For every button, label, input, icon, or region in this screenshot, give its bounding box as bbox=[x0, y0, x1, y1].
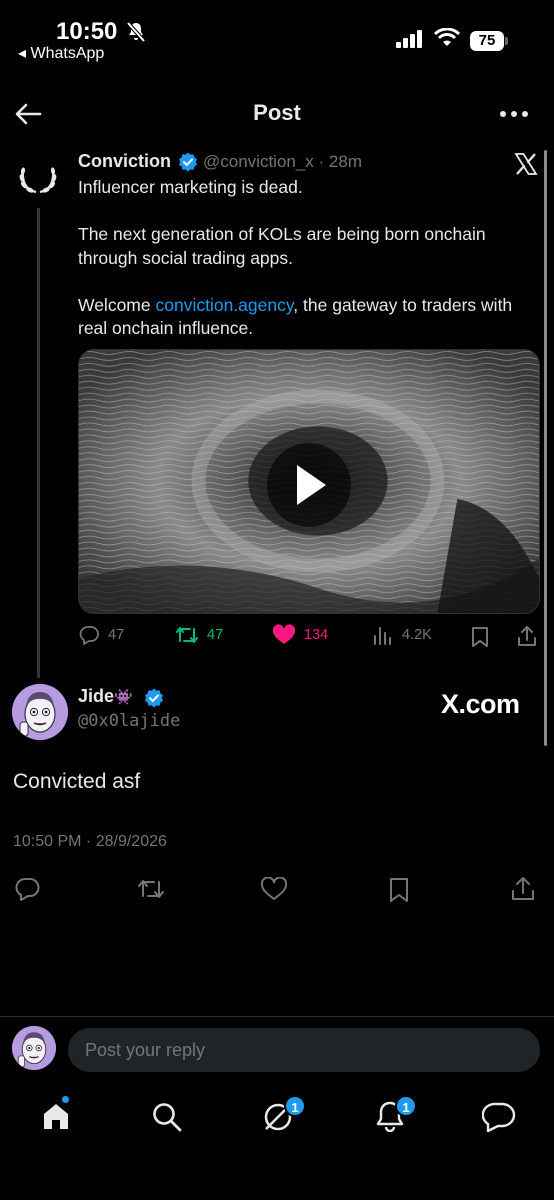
share-icon[interactable] bbox=[510, 876, 536, 902]
post-body: Convicted asf bbox=[13, 770, 141, 793]
bookmark-icon[interactable] bbox=[387, 877, 411, 903]
home-icon[interactable] bbox=[40, 1100, 72, 1132]
text-segment: Welcome bbox=[78, 294, 156, 315]
post-text-line: Welcome conviction.agency, the gateway t… bbox=[78, 294, 538, 341]
x-logo-icon bbox=[514, 153, 538, 175]
author-handle-time: @conviction_x · 28m bbox=[203, 152, 362, 171]
scrollbar[interactable] bbox=[544, 150, 547, 746]
status-time: 10:50 bbox=[56, 18, 118, 45]
jide-avatar[interactable] bbox=[12, 684, 68, 740]
play-video-icon[interactable] bbox=[264, 440, 354, 530]
like-count: 134 bbox=[304, 627, 329, 643]
page-title: Post bbox=[253, 100, 301, 125]
cellular-signal-icon bbox=[396, 30, 422, 48]
battery-nub bbox=[505, 37, 508, 45]
author-name-text: Jide bbox=[78, 686, 115, 706]
post-timestamp: 10:50 PM · 28/9/2026 bbox=[13, 833, 167, 850]
verified-badge-icon bbox=[145, 688, 163, 708]
bookmark-icon[interactable] bbox=[470, 626, 490, 648]
bell-muted-icon bbox=[126, 21, 146, 43]
space-invader-emoji: 👾 bbox=[114, 689, 133, 706]
search-icon[interactable] bbox=[151, 1101, 183, 1133]
back-to-app-link[interactable]: ◂ WhatsApp bbox=[18, 43, 104, 63]
home-notification-dot bbox=[60, 1094, 71, 1105]
thread-line bbox=[37, 208, 40, 678]
conviction-avatar[interactable] bbox=[12, 152, 64, 204]
wifi-icon bbox=[434, 28, 460, 46]
xcom-watermark: X.com bbox=[441, 689, 520, 719]
repost-icon[interactable] bbox=[137, 877, 165, 901]
repost-action[interactable]: 47 bbox=[175, 624, 223, 646]
reply-icon[interactable] bbox=[15, 876, 41, 902]
divider bbox=[0, 1016, 554, 1017]
battery-indicator: 75 bbox=[470, 31, 504, 51]
views-chart-icon bbox=[374, 627, 391, 645]
post-text-line: Influencer marketing is dead. bbox=[78, 177, 303, 197]
my-avatar[interactable] bbox=[12, 1026, 56, 1070]
post-text: Influencer marketing is dead. The next g… bbox=[78, 176, 538, 364]
notifications-badge: 1 bbox=[395, 1095, 417, 1117]
grok-badge: 1 bbox=[284, 1095, 306, 1117]
heart-filled-icon bbox=[272, 624, 296, 644]
views-count: 4.2K bbox=[402, 627, 432, 643]
messages-icon[interactable] bbox=[482, 1101, 516, 1133]
heart-icon[interactable] bbox=[260, 877, 288, 901]
reply-action[interactable]: 47 bbox=[78, 624, 124, 646]
more-options-icon[interactable] bbox=[498, 102, 530, 126]
post-text-line: The next generation of KOLs are being bo… bbox=[78, 224, 486, 268]
views-action[interactable]: 4.2K bbox=[372, 624, 432, 646]
reply-icon bbox=[79, 626, 99, 645]
reply-input[interactable]: Post your reply bbox=[68, 1028, 540, 1072]
author-name[interactable]: Jide👾 bbox=[78, 686, 133, 707]
repost-icon bbox=[176, 627, 198, 643]
author-handle: @0x0lajide bbox=[78, 711, 181, 731]
verified-badge-icon bbox=[179, 152, 197, 172]
share-icon[interactable] bbox=[516, 625, 538, 647]
repost-count: 47 bbox=[207, 627, 224, 643]
reply-count: 47 bbox=[108, 627, 125, 643]
agency-link[interactable]: conviction.agency bbox=[155, 295, 293, 315]
like-action[interactable]: 134 bbox=[272, 624, 328, 646]
author-name[interactable]: Conviction bbox=[78, 151, 171, 172]
